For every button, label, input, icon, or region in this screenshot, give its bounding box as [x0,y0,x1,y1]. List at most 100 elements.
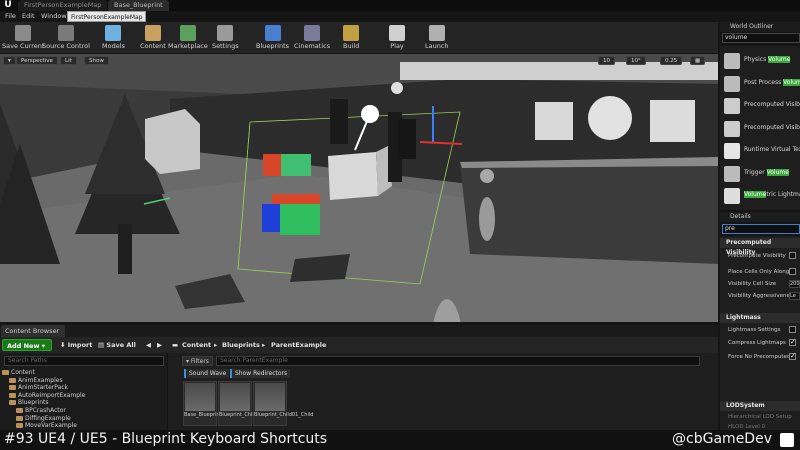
breadcrumb-blueprints[interactable]: Blueprints [222,339,260,351]
toolbar-button-2[interactable]: Models [102,22,125,54]
outliner-row[interactable]: Volumetric Lightmap [720,185,800,207]
world-outliner-header[interactable]: World Outliner [720,22,800,32]
menu-window[interactable]: Window [38,11,70,22]
place-cells-checkbox[interactable] [789,268,796,275]
toolbar-button-9[interactable]: Play [389,22,405,54]
force-no-precomputed-checkbox[interactable] [789,352,796,360]
content-browser-tabbar [0,325,718,337]
details-search-input[interactable]: pre [722,224,800,234]
section-lightmass[interactable]: Lightmass [720,313,800,323]
details-header[interactable]: Details [720,212,800,222]
toolbar-button-label: Launch [425,42,449,50]
outliner-row[interactable]: Runtime Virtual Textu [720,140,800,162]
outliner-row-label: Runtime Virtual Textu [744,146,800,153]
show-button[interactable]: Show [84,56,109,65]
unreal-logo-icon: U [4,0,12,10]
outliner-row-label: Post Process Volume [744,78,800,86]
lightmass-settings-checkbox[interactable] [789,326,796,333]
outliner-label-text: Trigger [744,168,767,176]
toolbar-button-8[interactable]: Build [343,22,359,54]
save-all-button[interactable]: ▤ Save All [98,339,136,351]
section-precomputed-visibility[interactable]: Precomputed Visibility [720,238,800,256]
toolbar-button-label: Source Control [42,42,90,50]
toolbar-button-0[interactable]: Save Current [2,22,44,54]
search-paths-input[interactable]: Search Paths [4,356,164,366]
toolbar-button-3[interactable]: Content [140,22,166,54]
toolbar-button-label: Build [343,42,360,50]
window-controls[interactable] [740,0,800,11]
menu-file[interactable]: File [2,11,19,22]
asset-tile[interactable]: Blueprint_Child01 [218,381,264,426]
outliner-row[interactable]: Precomputed Visibili [720,95,800,117]
visibility-cell-size-field[interactable]: 200 [789,280,800,288]
toolbar-button-1[interactable]: Source Control [42,22,90,54]
toolbar-button-7[interactable]: Cinematics [294,22,330,54]
camera-speed-button[interactable]: ▦ [690,56,706,65]
filters-button[interactable]: ▾ Filters [182,356,213,366]
folder-icon [2,370,9,375]
asset-name: Base_Blueprint [184,412,222,418]
viewport-options-button[interactable]: ▾ [3,56,16,65]
content-browser-tab[interactable]: Content Browser [1,325,66,337]
visibility-aggressiveness-dropdown[interactable]: Le [789,292,800,300]
runtime-virtual-texture-icon [724,143,740,159]
prop-compress-lightmaps: Compress Lightmaps [728,340,786,346]
add-new-button[interactable]: Add New ▾ [2,339,52,351]
tab-firstperson-map[interactable]: FirstPersonExampleMap [18,0,108,11]
outliner-label-text: Precomputed Visibili [744,101,800,108]
breadcrumb-parentexample[interactable]: ParentExample [271,339,326,351]
lit-button[interactable]: Lit [60,56,77,65]
add-new-label: Add New [7,342,40,350]
toolbar-button-10[interactable]: Launch [425,22,449,54]
outliner-row[interactable]: Precomputed Visibili [720,118,800,140]
prop-lightmass-settings: Lightmass Settings [728,327,781,333]
menu-edit[interactable]: Edit [19,11,38,22]
outliner-row[interactable]: Physics Volume [720,50,800,72]
tree-item-label: Blueprints [18,399,49,407]
toolbar-button-6[interactable]: Blueprints [256,22,289,54]
content-icon [144,25,161,41]
asset-tile[interactable]: Blueprint_Child01_Child [253,381,313,426]
filter-chip-sound-wave[interactable]: Sound Wave [184,369,230,378]
play-icon [389,25,405,41]
outliner-label-text: Post Process [744,78,784,86]
scale-snap-value[interactable]: 0.25 [660,56,683,65]
blueprint-thumbnail-icon [220,383,250,411]
outliner-row[interactable]: Trigger Volume [720,163,800,185]
models-icon [105,25,122,41]
search-highlight: Volume [768,56,791,63]
nav-forward-icon[interactable]: ▶ [157,339,162,351]
asset-tile[interactable]: Base_Blueprint [183,381,222,426]
precompute-visibility-checkbox[interactable] [789,252,796,259]
section-lodsystem[interactable]: LODSystem [720,401,800,411]
blueprint-thumbnail-icon [255,383,285,411]
compress-lightmaps-checkbox[interactable] [789,338,796,346]
grid-snap-value[interactable]: 10 [598,56,615,65]
prop-precompute-visibility: Precompute Visibility [728,253,786,259]
asset-search-input[interactable]: Search ParentExample [216,356,700,366]
filter-chip-show-redirectors[interactable]: Show Redirectors [230,369,291,378]
import-button[interactable]: ⬇ Import [60,339,92,351]
prop-force-no-precomputed: Force No Precomputed L [728,354,796,360]
asset-name: Blueprint_Child01 [219,412,264,418]
outliner-row[interactable]: Post Process Volume [720,73,800,95]
level-viewport[interactable]: ▾ Perspective Lit Show 10 10° 0.25 ▦ [0,54,718,322]
cinematics-icon [304,25,321,41]
tab-tooltip: FirstPersonExampleMap [67,11,147,22]
folder-icon [9,392,16,398]
tab-base-blueprint[interactable]: Base_Blueprint [108,0,169,11]
rotation-snap-value[interactable]: 10° [626,56,646,65]
tree-item[interactable]: MoveVarExample [16,422,77,430]
folder-icon [9,400,16,406]
toolbar-button-label: Settings [212,42,239,50]
nav-back-icon[interactable]: ◀ [146,339,151,351]
folder-icon [9,385,16,391]
perspective-button[interactable]: Perspective [16,56,58,65]
toolbar-button-label: Save Current [2,42,45,50]
channel-handle: @cbGameDev [672,431,772,447]
toolbar-button-4[interactable]: Marketplace [168,22,208,54]
folder-icon [16,423,23,429]
world-outliner-search-input[interactable]: volume [722,33,800,43]
breadcrumb-content[interactable]: Content [182,339,211,351]
toolbar-button-5[interactable]: Settings [212,22,239,54]
